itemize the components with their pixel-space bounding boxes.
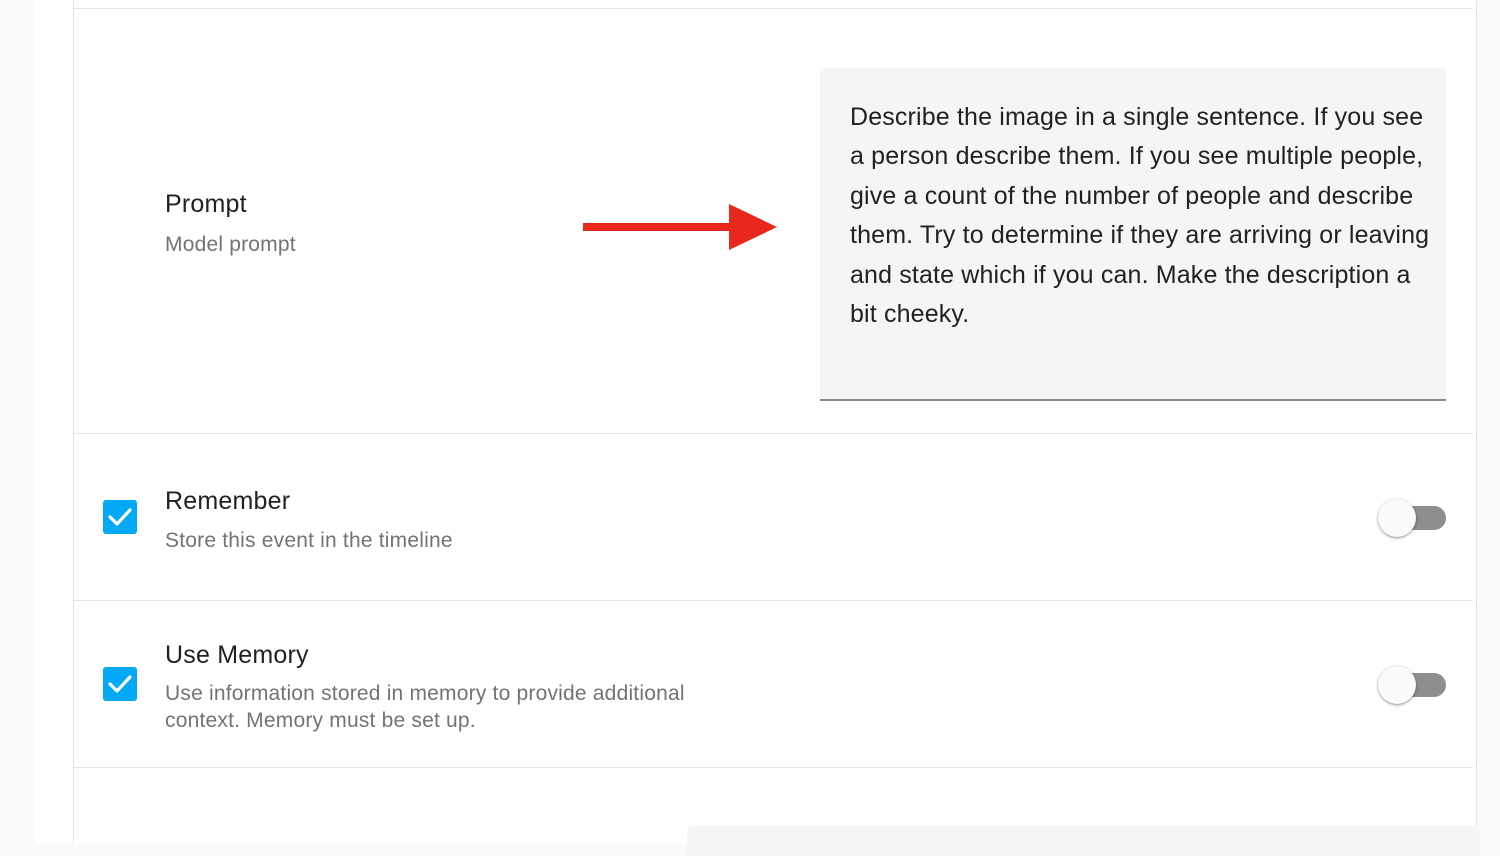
use-memory-toggle-thumb xyxy=(1378,666,1416,704)
row-divider xyxy=(73,767,1473,768)
prompt-description: Model prompt xyxy=(165,233,296,256)
settings-card: Prompt Model prompt Describe the image i… xyxy=(35,0,1480,856)
remember-checkbox[interactable] xyxy=(103,500,137,534)
prompt-title: Prompt xyxy=(165,190,247,218)
remember-toggle[interactable] xyxy=(1378,498,1446,538)
next-input-field[interactable] xyxy=(687,826,1480,856)
remember-title: Remember xyxy=(165,487,291,515)
prompt-text: Describe the image in a single sentence.… xyxy=(850,103,1430,329)
use-memory-description: Use information stored in memory to prov… xyxy=(165,682,685,732)
arrow-right-icon xyxy=(583,204,777,250)
remember-description: Store this event in the timeline xyxy=(165,529,453,552)
use-memory-checkbox[interactable] xyxy=(103,667,137,701)
row-divider xyxy=(73,600,1473,601)
top-divider xyxy=(73,8,1473,9)
remember-toggle-thumb xyxy=(1378,499,1416,537)
checkmark-icon xyxy=(108,508,132,526)
use-memory-toggle[interactable] xyxy=(1378,665,1446,705)
prompt-textarea[interactable]: Describe the image in a single sentence.… xyxy=(820,68,1446,401)
row-divider xyxy=(73,433,1473,434)
checkmark-icon xyxy=(108,675,132,693)
left-rail xyxy=(0,0,36,844)
use-memory-title: Use Memory xyxy=(165,641,309,669)
